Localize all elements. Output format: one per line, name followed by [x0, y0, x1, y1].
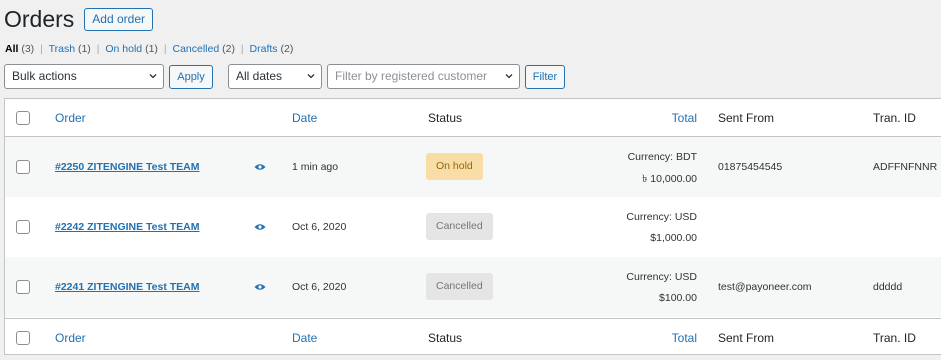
view-all[interactable]: All: [5, 43, 18, 55]
table-row[interactable]: #2241 ZITENGINE Test TEAM Oct 6, 2020 Ca…: [5, 257, 941, 317]
sort-order-column[interactable]: Order: [55, 111, 86, 125]
chevron-down-icon: [307, 74, 315, 79]
view-separator: |: [163, 43, 167, 55]
filter-button[interactable]: Filter: [525, 64, 565, 89]
order-date: 1 min ago: [292, 161, 339, 173]
order-link[interactable]: #2250 ZITENGINE Test TEAM: [55, 161, 200, 173]
table-row[interactable]: #2242 ZITENGINE Test TEAM Oct 6, 2020 Ca…: [5, 197, 941, 257]
status-views: All (3) | Trash (1) | On hold (1) | Canc…: [5, 43, 293, 55]
add-order-button[interactable]: Add order: [84, 7, 153, 31]
view-drafts-count: (2): [280, 43, 294, 55]
view-separator: |: [96, 43, 100, 55]
select-all-checkbox[interactable]: [16, 111, 30, 125]
orders-page: Orders Add order All (3) | Trash (1) | O…: [0, 0, 941, 360]
view-separator: |: [240, 43, 244, 55]
order-total: ৳ 10,000.00: [642, 173, 697, 185]
sort-total-column[interactable]: Total: [672, 331, 697, 345]
row-checkbox[interactable]: [16, 280, 30, 294]
status-column-header: Status: [428, 111, 463, 125]
page-title: Orders: [4, 6, 75, 32]
order-link[interactable]: #2242 ZITENGINE Test TEAM: [55, 221, 200, 233]
sort-date-column[interactable]: Date: [292, 331, 317, 345]
sort-total-column[interactable]: Total: [672, 111, 697, 125]
row-checkbox[interactable]: [16, 160, 30, 174]
sort-order-column[interactable]: Order: [55, 331, 86, 345]
select-all-checkbox[interactable]: [16, 331, 30, 345]
customer-filter-select[interactable]: Filter by registered customer: [327, 64, 520, 89]
sent-from-column-header: Sent From: [718, 331, 775, 345]
order-currency: Currency: USD: [626, 271, 697, 283]
order-date: Oct 6, 2020: [292, 221, 347, 233]
date-filter-select[interactable]: All dates: [228, 64, 322, 89]
bulk-actions-select[interactable]: Bulk actions: [4, 64, 164, 89]
order-link[interactable]: #2241 ZITENGINE Test TEAM: [55, 281, 200, 293]
table-footer: Order Date Status Total Sent From Tran. …: [5, 318, 941, 356]
status-badge: Cancelled: [426, 273, 493, 300]
view-drafts[interactable]: Drafts: [250, 43, 278, 55]
eye-icon[interactable]: [254, 163, 266, 171]
row-checkbox[interactable]: [16, 220, 30, 234]
tran-id-column-header: Tran. ID: [873, 331, 916, 345]
view-separator: |: [40, 43, 43, 55]
view-on-hold[interactable]: On hold: [105, 43, 142, 55]
table-header: Order Date Status Total Sent From Tran. …: [5, 99, 941, 137]
status-badge: Cancelled: [426, 213, 493, 240]
eye-icon[interactable]: [254, 283, 266, 291]
title-row: Orders Add order: [4, 6, 153, 32]
table-row[interactable]: #2250 ZITENGINE Test TEAM 1 min ago On h…: [5, 137, 941, 197]
tran-id-value: ddddd: [873, 281, 903, 293]
apply-button[interactable]: Apply: [169, 64, 213, 89]
chevron-down-icon: [149, 74, 157, 79]
view-cancelled-count: (2): [222, 43, 235, 55]
order-currency: Currency: BDT: [627, 151, 697, 163]
sent-from-value: test@payoneer.com: [718, 281, 812, 293]
view-cancelled[interactable]: Cancelled: [173, 43, 220, 55]
status-badge: On hold: [426, 153, 483, 180]
order-total: $1,000.00: [650, 232, 697, 244]
tran-id-value: ADFFNFNNR: [873, 161, 938, 173]
eye-icon[interactable]: [254, 223, 266, 231]
view-all-count: (3): [21, 43, 35, 55]
tran-id-column-header: Tran. ID: [873, 111, 916, 125]
status-column-header: Status: [428, 331, 463, 345]
view-on-hold-count: (1): [145, 43, 158, 55]
sent-from-value: 01875454545: [718, 161, 783, 173]
view-trash-count: (1): [77, 43, 91, 55]
table-filters: Bulk actions Apply All dates Filter by r…: [4, 64, 565, 89]
sent-from-column-header: Sent From: [718, 111, 775, 125]
order-date: Oct 6, 2020: [292, 281, 347, 293]
view-trash[interactable]: Trash: [49, 43, 75, 55]
order-total: $100.00: [659, 292, 697, 304]
chevron-down-icon: [505, 74, 513, 79]
order-currency: Currency: USD: [626, 211, 697, 223]
orders-table: Order Date Status Total Sent From Tran. …: [4, 98, 941, 355]
sort-date-column[interactable]: Date: [292, 111, 317, 125]
